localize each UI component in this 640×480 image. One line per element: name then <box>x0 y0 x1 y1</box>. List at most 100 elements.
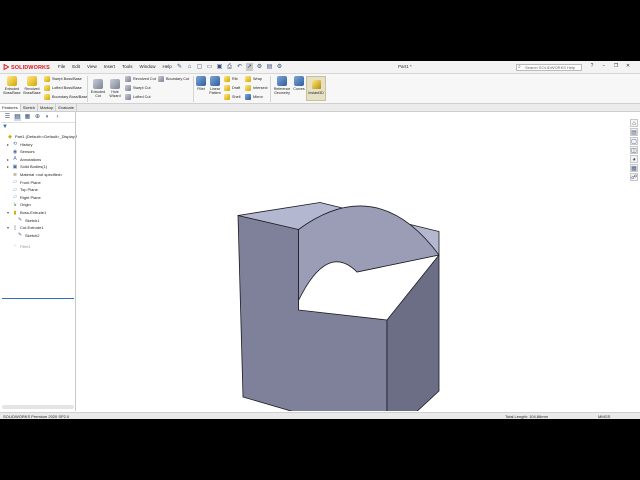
boundary-cut-button[interactable]: Boundary Cut <box>158 76 189 82</box>
expand-arrow-icon[interactable]: › <box>54 114 61 121</box>
tree-item-part1-default-default-display-sta[interactable]: ◆ Part1 (Default<<Default>_Display Sta <box>2 133 82 140</box>
tree-item-origin[interactable]: ↳ Origin <box>7 201 31 208</box>
revolved-boss-base-button[interactable]: Revolved Boss/Base <box>22 76 42 95</box>
wrap-button[interactable]: Wrap <box>245 76 262 82</box>
fillet-button[interactable]: Fillet <box>194 76 208 91</box>
design-library-icon[interactable]: ▤ <box>630 128 638 136</box>
select-icon[interactable]: ➚ <box>246 63 253 71</box>
expand-arrow-icon[interactable]: ▾ <box>7 225 10 230</box>
minimize-button[interactable]: − <box>600 63 608 69</box>
file-properties-icon[interactable]: ▤ <box>266 63 273 71</box>
tree-item-right-plane[interactable]: ▱ Right Plane <box>7 194 41 201</box>
tree-item-top-plane[interactable]: ▱ Top Plane <box>7 186 38 193</box>
tree-item-front-plane[interactable]: ▱ Front Plane <box>7 179 41 186</box>
extruded-cut-button[interactable]: Extruded Cut <box>89 79 107 98</box>
status-units[interactable]: MMGS <box>598 414 610 419</box>
lofted-boss-base-button[interactable]: Lofted Boss/Base <box>44 85 82 91</box>
menu-view[interactable]: View <box>87 64 97 69</box>
restore-button[interactable]: ❐ <box>612 63 620 69</box>
tab-features[interactable]: Features <box>0 104 21 111</box>
resources-icon[interactable]: ⌂ <box>630 119 638 127</box>
open-folder-icon[interactable]: ▭ <box>206 63 213 71</box>
tree-item-sketch2[interactable]: ✎ Sketch2 <box>12 232 40 239</box>
tree-item-material-not-specified[interactable]: ≋ Material <not specified> <box>7 171 63 178</box>
swept-boss-icon <box>44 76 50 82</box>
linear-pattern-button[interactable]: Linear Pattern <box>207 76 223 95</box>
extruded-boss-base-button[interactable]: Extruded Boss/Base <box>2 76 22 95</box>
intersect-button[interactable]: Intersect <box>245 85 268 91</box>
appearances-icon[interactable]: ◕ <box>630 155 638 163</box>
tab-evaluate[interactable]: Evaluate <box>56 104 77 111</box>
lofted-cut-button[interactable]: Lofted Cut <box>125 94 151 100</box>
menu-edit[interactable]: Edit <box>72 64 80 69</box>
undo-icon[interactable]: ↶ <box>236 63 243 71</box>
menu-window[interactable]: Window <box>140 64 156 69</box>
solidworks-logo[interactable]: ᐅ SOLIDWORKS <box>3 63 50 72</box>
tree-item-annotations[interactable]: ▸ A Annotations <box>7 156 41 163</box>
material-icon: ≋ <box>12 171 18 178</box>
tab-sketch[interactable]: Sketch <box>21 104 39 111</box>
tree-item-sketch1[interactable]: ✎ Sketch1 <box>12 217 40 224</box>
view-palette-icon[interactable]: ◫ <box>630 146 638 154</box>
expand-arrow-icon[interactable]: ▸ <box>7 142 10 147</box>
filter-icon[interactable]: ▼ <box>2 124 8 130</box>
tree-item-boss-extrude1[interactable]: ▾ ▮ Boss-Extrude1 <box>7 209 46 216</box>
menu-bar: File Edit View Insert Tools Window Help <box>58 64 172 69</box>
tree-item-fillet1[interactable]: ◜ Fillet1 <box>7 243 31 250</box>
model-canvas[interactable] <box>77 112 629 419</box>
mirror-button[interactable]: Mirror <box>245 94 263 100</box>
display-manager-icon[interactable]: ◐ <box>44 114 51 121</box>
tree-item-history[interactable]: ▸ ⟲ History <box>7 141 32 148</box>
expand-arrow-icon[interactable]: ▾ <box>7 210 10 215</box>
home-icon[interactable]: ⌂ <box>186 63 193 71</box>
sketch-icon: ✎ <box>17 217 23 224</box>
rebuild-icon[interactable]: ⚙ <box>256 63 263 71</box>
custom-properties-icon[interactable]: ▦ <box>630 164 638 172</box>
status-bar: SOLIDWORKS Premium 2020 SP2.0 Total Leng… <box>0 412 640 419</box>
feature-tree-icon[interactable]: ☰ <box>4 114 11 121</box>
tree-item-sensors[interactable]: ◉ Sensors <box>7 148 35 155</box>
reference-geometry-button[interactable]: Reference Geometry <box>272 76 292 95</box>
swept-cut-button[interactable]: Swept Cut <box>125 85 151 91</box>
curves-button[interactable]: Curves <box>292 76 306 91</box>
tree-item-cut-extrude1[interactable]: ▾ ▯ Cut-Extrude1 <box>7 224 44 231</box>
hole-wizard-button[interactable]: Hole Wizard <box>107 79 123 98</box>
graphics-area[interactable] <box>77 112 629 419</box>
save-icon[interactable]: ▣ <box>216 63 223 71</box>
dimxpert-icon[interactable]: ⊕ <box>34 114 41 121</box>
menu-insert[interactable]: Insert <box>104 64 115 69</box>
tree-item-solid-bodies-1[interactable]: ▸ ▣ Solid Bodies(1) <box>7 163 47 170</box>
model-right-face[interactable] <box>386 254 440 419</box>
tree-item-label: Sensors <box>20 149 35 155</box>
window-controls: ? − ❐ ✕ <box>588 63 632 69</box>
shell-button[interactable]: Shell <box>224 94 240 100</box>
configuration-manager-icon[interactable]: ▦ <box>24 114 31 121</box>
draft-button[interactable]: Draft <box>224 85 240 91</box>
menu-help[interactable]: Help <box>163 64 172 69</box>
help-button[interactable]: ? <box>588 63 596 69</box>
tree-item-label: Fillet1 <box>20 244 31 250</box>
model-part[interactable] <box>237 202 440 419</box>
file-explorer-icon[interactable]: ▢ <box>630 137 638 145</box>
expand-arrow-icon[interactable]: ▸ <box>7 164 10 169</box>
swept-boss-base-button[interactable]: Swept Boss/Base <box>44 76 82 82</box>
boundary-boss-base-button[interactable]: Boundary Boss/Base <box>44 94 87 100</box>
horizontal-scrollbar[interactable] <box>2 405 74 409</box>
expand-arrow-icon[interactable]: ▸ <box>7 157 10 162</box>
rib-button[interactable]: Rib <box>224 76 238 82</box>
revolved-cut-button[interactable]: Revolved Cut <box>125 76 156 82</box>
search-input[interactable]: ⌕ Search SOLIDWORKS Help <box>516 64 582 71</box>
menu-file[interactable]: File <box>58 64 65 69</box>
tree-item-label: Sketch2 <box>25 232 40 238</box>
property-manager-icon[interactable]: ▤ <box>14 114 21 121</box>
print-icon[interactable]: ⎙ <box>226 63 233 71</box>
pin-icon[interactable]: ✎ <box>176 63 183 71</box>
solidworks-forum-icon[interactable]: ☍ <box>630 173 638 181</box>
rollback-bar[interactable] <box>2 298 74 299</box>
menu-tools[interactable]: Tools <box>122 64 133 69</box>
tab-markup[interactable]: Markup <box>38 104 57 111</box>
options-icon[interactable]: ⚙ <box>276 63 283 71</box>
instant3d-button[interactable]: Instant3D <box>306 76 326 101</box>
new-document-icon[interactable]: ▢ <box>196 63 203 71</box>
close-button[interactable]: ✕ <box>624 63 632 69</box>
